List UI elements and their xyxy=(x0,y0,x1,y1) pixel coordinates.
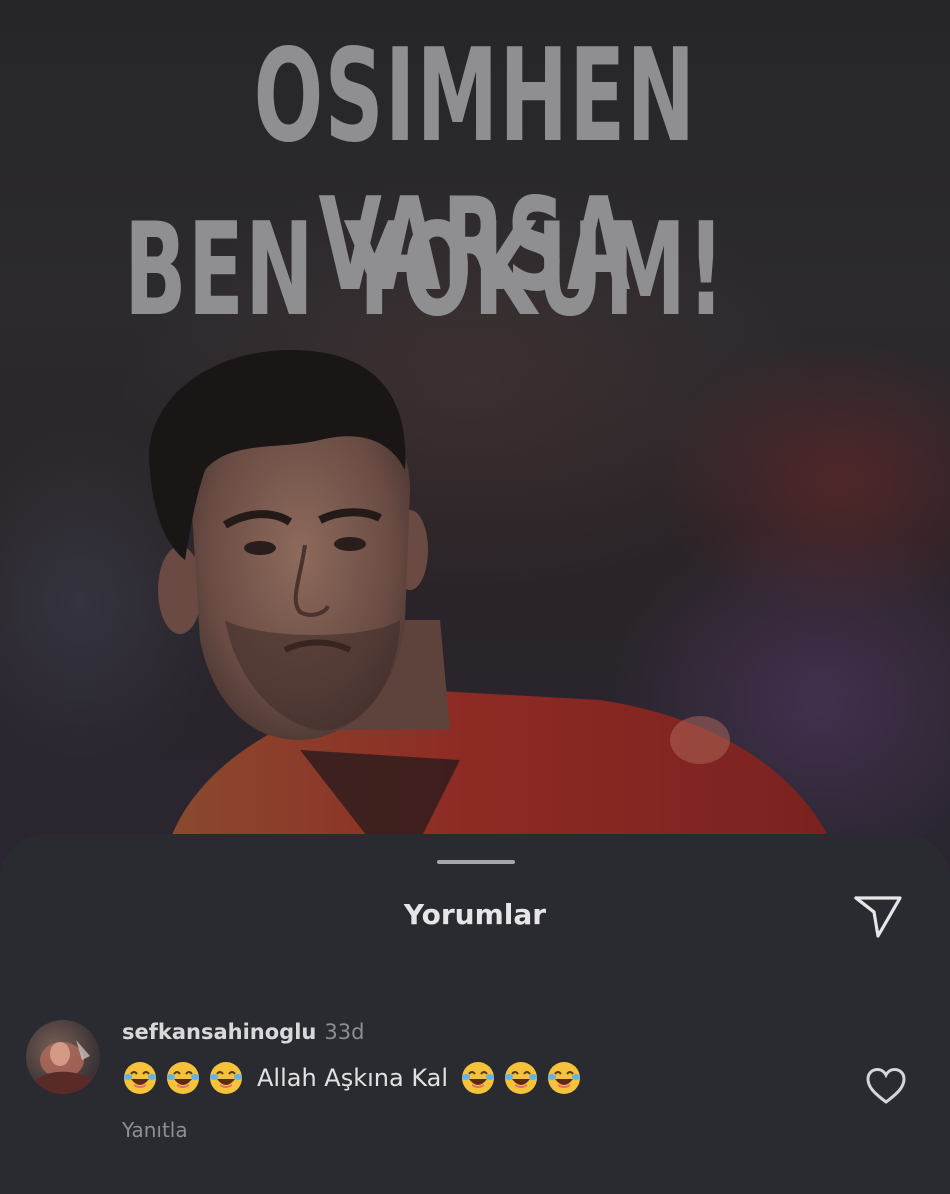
emoji-group-after xyxy=(460,1060,589,1096)
drag-handle[interactable] xyxy=(437,860,515,864)
comment-time: 33d xyxy=(324,1020,365,1044)
like-button[interactable] xyxy=(864,1066,908,1106)
laughing-emoji xyxy=(124,1062,156,1094)
emoji-group-before xyxy=(122,1060,251,1096)
laughing-emoji xyxy=(210,1062,242,1094)
avatar-photo xyxy=(36,1040,92,1094)
post-image: OSIMHEN VARSA BEN YOKUM! xyxy=(0,0,950,880)
laughing-emoji xyxy=(462,1062,495,1094)
avatar[interactable] xyxy=(26,1020,100,1094)
comment-body: Allah Aşkına Kal xyxy=(122,1058,589,1098)
laughing-emoji xyxy=(505,1062,538,1094)
laughing-emoji xyxy=(548,1062,581,1094)
reply-button[interactable]: Yanıtla xyxy=(122,1118,188,1142)
laughing-emoji xyxy=(167,1062,199,1094)
sheet-title: Yorumlar xyxy=(403,898,547,931)
comment-username[interactable]: sefkansahinoglu 33d xyxy=(122,1020,364,1044)
player-photo xyxy=(149,350,830,840)
comments-sheet: Yorumlar sefkansahinoglu 33d Allah Aşkına… xyxy=(0,834,950,1194)
username-text[interactable]: sefkansahinoglu xyxy=(122,1020,316,1044)
comment-text: Allah Aşkına Kal xyxy=(257,1064,449,1092)
share-button[interactable] xyxy=(852,894,904,940)
paper-plane-icon xyxy=(854,896,902,938)
heart-icon xyxy=(866,1067,906,1104)
comment-item: sefkansahinoglu 33d Allah Aşkına Kal Yanı… xyxy=(0,1014,950,1144)
